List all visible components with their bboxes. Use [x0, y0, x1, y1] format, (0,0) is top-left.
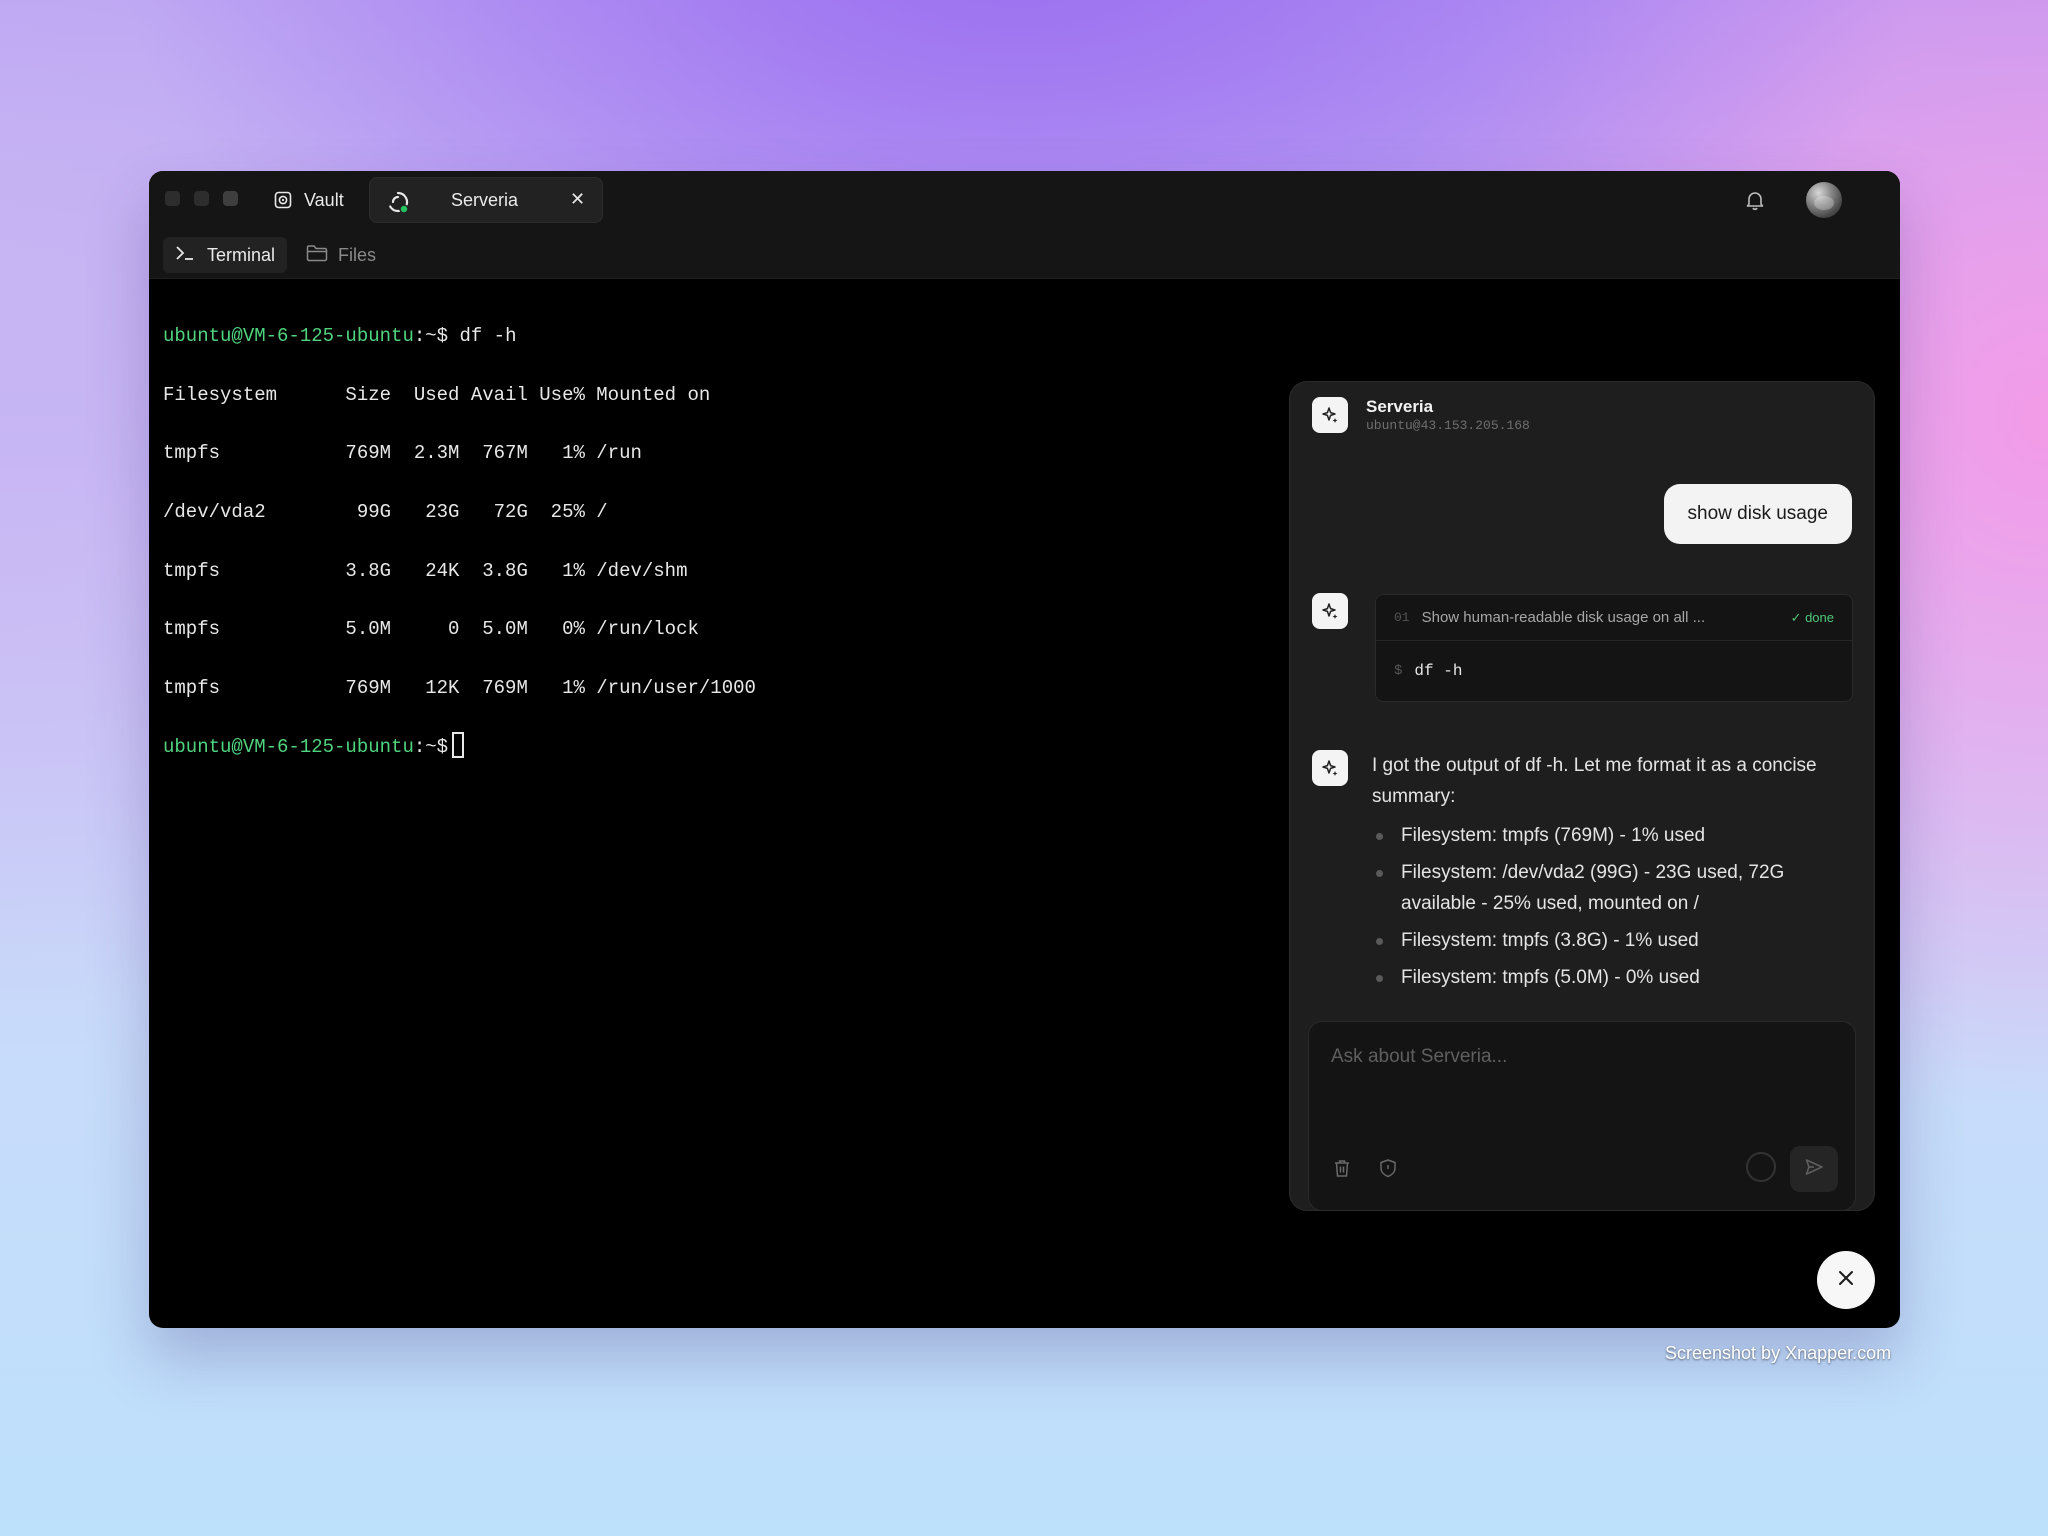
reply-list-item: Filesystem: tmpfs (769M) - 1% used	[1372, 820, 1832, 851]
tool-status-badge: ✓ done	[1790, 609, 1834, 625]
trash-icon[interactable]	[1329, 1155, 1355, 1181]
loading-spinner	[1746, 1152, 1776, 1182]
reply-list-item: Filesystem: tmpfs (3.8G) - 1% used	[1372, 925, 1832, 956]
reply-list: Filesystem: tmpfs (769M) - 1% used Files…	[1372, 820, 1832, 993]
tool-step-number: 01	[1394, 610, 1410, 625]
terminal-row: tmpfs 3.8G 24K 3.8G 1% /dev/shm	[163, 559, 688, 582]
chat-input[interactable]	[1331, 1042, 1831, 1072]
tab-serveria[interactable]: Serveria ✕	[369, 177, 603, 223]
app-window: Vault Serveria ✕ Terminal Files ubuntu@V…	[149, 171, 1900, 1328]
assistant-title: Serveria	[1366, 397, 1434, 416]
tab-serveria-label: Serveria	[451, 190, 519, 210]
window-close-control[interactable]	[165, 191, 180, 206]
tab-files[interactable]: Files	[294, 237, 388, 273]
terminal-row: tmpfs 5.0M 0 5.0M 0% /run/lock	[163, 618, 699, 641]
terminal-icon	[175, 245, 195, 266]
tool-description: Show human-readable disk usage on all ..…	[1421, 609, 1706, 626]
assistant-host: ubuntu@43.153.205.168	[1366, 418, 1530, 433]
sparkle-icon	[1312, 397, 1348, 433]
tab-vault-label: Vault	[304, 189, 344, 210]
reply-list-item: Filesystem: tmpfs (5.0M) - 0% used	[1372, 962, 1832, 993]
terminal-prompt-line: ubuntu@VM-6-125-ubuntu:~$	[163, 732, 756, 762]
tab-terminal-label: Terminal	[207, 244, 276, 265]
title-bar: Vault Serveria ✕	[149, 171, 1900, 229]
reply-intro: I got the output of df -h. Let me format…	[1372, 755, 1817, 807]
prompt-user: ubuntu@VM-6-125-ubuntu	[163, 736, 414, 759]
tab-terminal[interactable]: Terminal	[163, 237, 288, 273]
view-tabs-bar: Terminal Files	[149, 229, 1900, 279]
window-minimize-control[interactable]	[194, 191, 209, 206]
tab-close-button[interactable]: ✕	[570, 189, 585, 210]
chat-composer	[1308, 1021, 1856, 1211]
bell-icon[interactable]	[1744, 189, 1766, 216]
terminal-output[interactable]: ubuntu@VM-6-125-ubuntu:~$ df -h Filesyst…	[163, 293, 756, 821]
send-icon	[1804, 1157, 1824, 1182]
vault-icon	[274, 191, 292, 209]
tool-call-card[interactable]: 01 Show human-readable disk usage on all…	[1375, 594, 1853, 702]
close-icon	[1836, 1268, 1856, 1293]
tool-command-text: df -h	[1414, 662, 1463, 680]
sparkle-icon	[1312, 593, 1348, 629]
terminal-cursor	[452, 732, 465, 759]
folder-icon	[306, 244, 328, 267]
terminal-row: /dev/vda2 99G 23G 72G 25% /	[163, 501, 608, 524]
tool-command: $ df -h	[1376, 641, 1852, 701]
prompt-suffix: :~$	[413, 325, 449, 348]
user-message-bubble: show disk usage	[1663, 484, 1852, 544]
avatar[interactable]	[1806, 182, 1842, 218]
watermark: Screenshot by Xnapper.com	[1665, 1343, 1892, 1363]
terminal-row: tmpfs 769M 2.3M 767M 1% /run	[163, 442, 642, 465]
tab-files-label: Files	[338, 244, 377, 265]
terminal-command: df -h	[448, 325, 517, 348]
prompt-user: ubuntu@VM-6-125-ubuntu	[163, 325, 414, 348]
shield-icon[interactable]	[1375, 1155, 1401, 1181]
reply-list-item: Filesystem: /dev/vda2 (99G) - 23G used, …	[1372, 857, 1832, 919]
prompt-suffix: :~$	[413, 736, 449, 759]
tab-vault[interactable]: Vault	[274, 177, 344, 223]
terminal-command-line: ubuntu@VM-6-125-ubuntu:~$ df -h	[163, 322, 756, 351]
tool-call-header: 01 Show human-readable disk usage on all…	[1376, 595, 1852, 641]
serveria-icon	[386, 190, 410, 214]
close-assistant-button[interactable]	[1817, 1251, 1875, 1309]
assistant-reply: I got the output of df -h. Let me format…	[1372, 750, 1832, 999]
sparkle-icon	[1312, 750, 1348, 786]
tool-command-dollar: $	[1394, 663, 1403, 679]
assistant-panel: Serveria ubuntu@43.153.205.168 show disk…	[1289, 381, 1875, 1211]
send-button[interactable]	[1790, 1146, 1838, 1192]
window-maximize-control[interactable]	[223, 191, 238, 206]
terminal-row: tmpfs 769M 12K 769M 1% /run/user/1000	[163, 676, 756, 699]
terminal-header: Filesystem Size Used Avail Use% Mounted …	[163, 383, 711, 406]
